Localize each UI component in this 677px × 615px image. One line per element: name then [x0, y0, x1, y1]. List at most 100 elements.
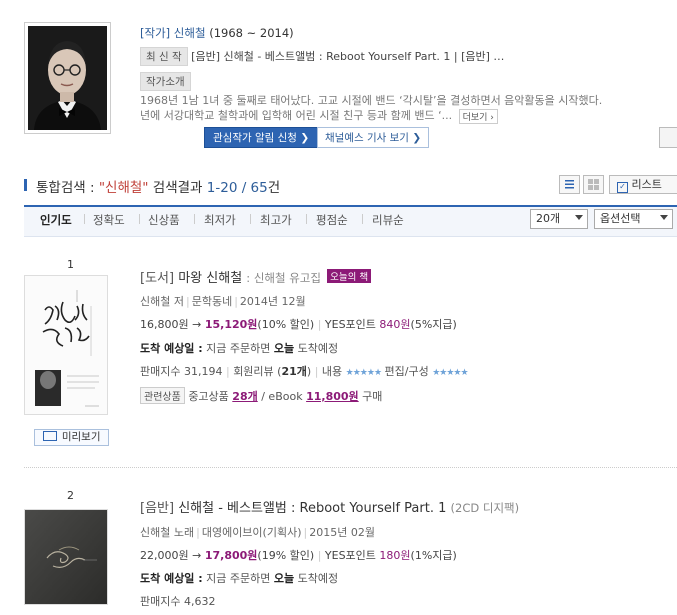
- ebook-label: / eBook: [261, 390, 303, 403]
- item-kind: [도서]: [140, 271, 175, 286]
- author-intro-tag-row: 작가소개: [140, 72, 191, 91]
- list-view-button[interactable]: [559, 175, 580, 194]
- arrow-right-icon: →: [192, 549, 202, 562]
- ebook-price-link[interactable]: 11,800원: [306, 390, 359, 403]
- search-middle: 검색결과: [148, 180, 207, 196]
- album-cover-image: [25, 510, 107, 604]
- review-close: ): [306, 365, 312, 378]
- chevron-right-icon: ❯: [412, 132, 422, 144]
- sort-divider: [194, 214, 195, 224]
- related-row: 관련상품 중고상품 28개 / eBook 11,800원 구매: [140, 387, 382, 404]
- item-date: 2015년 02월: [309, 526, 375, 539]
- author-intro-text: 년에 서강대학교 철학과에 입학해 어린 시절 친구 등과 함께 밴드 ‘...: [140, 109, 453, 122]
- sort-reviews[interactable]: 리뷰순: [372, 212, 404, 228]
- author-kind: [작가]: [140, 26, 171, 40]
- buy-label: 구매: [362, 390, 383, 403]
- item-subtitle: (2CD 디지팩): [450, 501, 520, 515]
- search-total: 65: [250, 180, 268, 196]
- search-keyword: "신해철": [98, 180, 149, 196]
- author-intro-line-2: 년에 서강대학교 철학과에 입학해 어린 시절 친구 등과 함께 밴드 ‘...…: [140, 107, 498, 124]
- channel-yes-button[interactable]: 채널예스 기사 보기 ❯: [317, 127, 430, 148]
- sort-divider: [362, 214, 363, 224]
- author-photo[interactable]: [24, 22, 111, 134]
- points-value: 840원: [379, 318, 411, 331]
- more-label: 더보기: [462, 112, 488, 123]
- list-label: 리스트: [631, 178, 662, 191]
- follow-label: 관심작가 알림 신청: [213, 132, 297, 144]
- sort-newest[interactable]: 신상품: [148, 212, 180, 228]
- delivery-label: 도착 예상일 :: [140, 572, 203, 585]
- per-page-select[interactable]: 20개: [530, 209, 588, 229]
- author-name-link[interactable]: 신해철: [174, 26, 206, 40]
- chevron-down-icon: [575, 215, 583, 220]
- more-button[interactable]: 더보기 ›: [458, 108, 498, 124]
- content-rating-label: 내용: [321, 365, 343, 378]
- delivery-label: 도착 예상일 :: [140, 342, 203, 355]
- item-rank: 2: [67, 489, 74, 502]
- edit-rating-label: 편집/구성: [384, 365, 429, 378]
- item-subtitle: : 신해철 유고집: [246, 271, 321, 285]
- delivery-text: 지금 주문하면: [206, 572, 271, 585]
- option-select[interactable]: 옵션선택: [594, 209, 673, 229]
- review-count: 21개: [281, 365, 307, 378]
- search-prefix: 통합검색 :: [36, 180, 99, 196]
- points-label: YES포인트: [324, 549, 376, 562]
- sort-accuracy[interactable]: 정확도: [93, 212, 125, 228]
- related-products-label: 관련상품: [140, 387, 185, 404]
- points-rate: (1%지급): [410, 549, 457, 562]
- delivery-text: 지금 주문하면: [206, 342, 271, 355]
- grid-view-button[interactable]: [583, 175, 604, 194]
- item-author-link[interactable]: 신해철 노래: [140, 526, 194, 539]
- sort-lowest-price[interactable]: 최저가: [204, 212, 236, 228]
- item-title-row: [도서] 마왕 신해철 : 신해철 유고집 오늘의 책: [140, 267, 372, 286]
- list-toggle-button[interactable]: ✓ 리스트: [609, 175, 677, 194]
- item-price-row: 16,800원 → 15,120원(10% 할인) | YES포인트 840원(…: [140, 318, 457, 331]
- album-cover[interactable]: [24, 509, 108, 605]
- review-link[interactable]: 회원리뷰 (21개): [233, 365, 311, 378]
- review-label: 회원리뷰 (: [233, 365, 282, 378]
- follow-author-button[interactable]: 관심작가 알림 신청 ❯: [204, 127, 319, 148]
- intro-tag: 작가소개: [140, 72, 191, 91]
- delivery-tail: 도착예정: [297, 572, 339, 585]
- item-publisher-link[interactable]: 대영에이브이(기획사): [202, 526, 302, 539]
- sort-divider: [306, 214, 307, 224]
- list-price: 22,000원: [140, 549, 189, 562]
- grid-view-icon: [588, 179, 599, 190]
- discount-rate: (10% 할인): [257, 318, 315, 331]
- checkbox-icon: ✓: [617, 182, 628, 193]
- sales-row: 판매지수 31,194 | 회원리뷰 (21개) | 내용 ★★★★★ 편집/구…: [140, 365, 469, 378]
- preview-label: 미리보기: [61, 431, 101, 443]
- item-author-link[interactable]: 신해철 저: [140, 295, 184, 308]
- next-author-button[interactable]: [659, 127, 677, 148]
- sort-rating[interactable]: 평점순: [316, 212, 348, 228]
- used-count-link[interactable]: 28개: [232, 390, 257, 403]
- preview-button[interactable]: 미리보기: [34, 429, 109, 446]
- search-unit: 건: [267, 180, 281, 196]
- delivery-row: 도착 예상일 : 지금 주문하면 오늘 도착예정: [140, 570, 338, 586]
- todays-book-badge: 오늘의 책: [327, 269, 372, 283]
- delivery-day: 오늘: [273, 342, 295, 355]
- item-title-link[interactable]: 마왕 신해철: [178, 271, 242, 286]
- item-rank: 1: [67, 258, 74, 271]
- latest-tag: 최 신 작: [140, 47, 188, 66]
- item-divider: [24, 467, 677, 468]
- section-marker: [24, 179, 27, 191]
- sales-index: 판매지수 4,632: [140, 595, 216, 608]
- item-kind: [음반]: [140, 501, 175, 516]
- delivery-row: 도착 예상일 : 지금 주문하면 오늘 도착예정: [140, 340, 338, 356]
- edit-star-icon: ★★★★★: [432, 368, 468, 378]
- book-icon: [42, 431, 57, 441]
- delivery-day: 오늘: [273, 572, 295, 585]
- sort-highest-price[interactable]: 최고가: [260, 212, 292, 228]
- sale-price: 15,120원: [204, 318, 258, 331]
- item-title-link[interactable]: 신해철 - 베스트앨범 : Reboot Yourself Part. 1: [178, 501, 446, 516]
- author-portrait-image: [28, 26, 107, 130]
- author-years: (1968 ~ 2014): [209, 26, 294, 40]
- item-publisher-link[interactable]: 문학동네: [192, 295, 232, 308]
- chevron-down-icon: [660, 215, 668, 220]
- sort-popularity[interactable]: 인기도: [40, 212, 72, 228]
- book-cover[interactable]: [24, 275, 108, 415]
- sales-index: 판매지수 31,194: [140, 365, 223, 378]
- latest-works-link[interactable]: [음반] 신해철 - 베스트앨범 : Reboot Yourself Part.…: [191, 50, 504, 63]
- points-rate: (5%지급): [410, 318, 457, 331]
